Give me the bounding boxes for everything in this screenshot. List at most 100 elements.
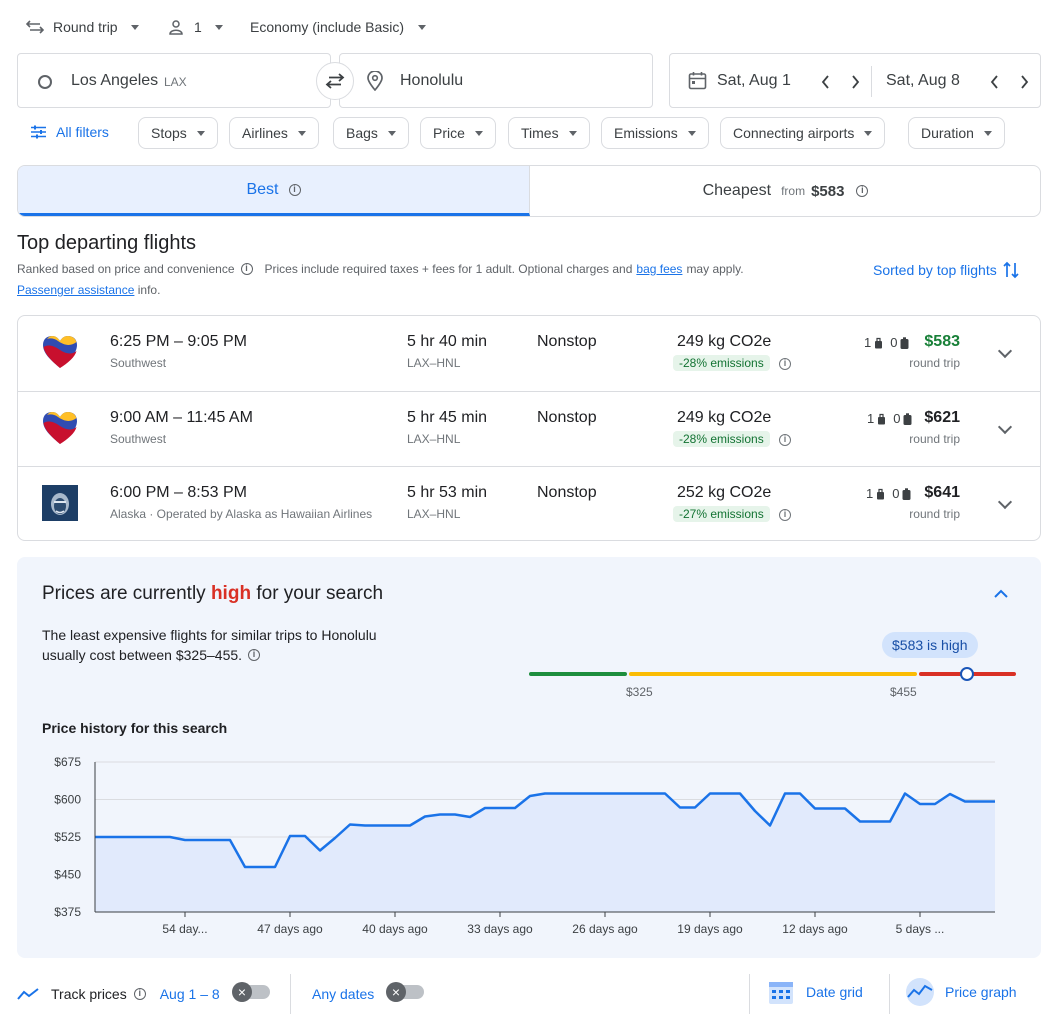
filter-times[interactable]: Times xyxy=(508,117,590,149)
cabin-selector[interactable]: Economy (include Basic) xyxy=(250,14,427,40)
prices-note: Prices include required taxes + fees for… xyxy=(264,262,633,276)
filter-airlines[interactable]: Airlines xyxy=(229,117,319,149)
chart-x-tick-label: 54 day... xyxy=(162,922,207,936)
price-note: round trip xyxy=(909,356,960,370)
range-low-label: $325 xyxy=(626,685,653,699)
chevron-right-icon[interactable] xyxy=(851,75,860,89)
flight-times: 9:00 AM – 11:45 AM xyxy=(110,409,253,426)
filter-price[interactable]: Price xyxy=(420,117,496,149)
bottom-divider xyxy=(290,974,291,1014)
swap-button[interactable] xyxy=(316,62,354,100)
tab-best[interactable]: Best i xyxy=(18,166,530,216)
chart-x-tick-label: 47 days ago xyxy=(257,922,323,936)
filter-duration[interactable]: Duration xyxy=(908,117,1005,149)
close-icon: × xyxy=(232,982,252,1002)
chart-x-tick-label: 40 days ago xyxy=(362,922,428,936)
info-icon[interactable]: i xyxy=(779,434,791,446)
flight-row[interactable]: 6:25 PM – 9:05 PM Southwest 5 hr 40 min … xyxy=(18,316,1040,391)
return-date[interactable]: Sat, Aug 8 xyxy=(886,72,960,90)
insight-title-pre: Prices are currently xyxy=(42,583,206,604)
checked-bag-count: 0 xyxy=(890,335,898,350)
results-subtitle: Ranked based on price and convenience i … xyxy=(17,262,744,276)
chevron-up-icon[interactable] xyxy=(994,589,1008,598)
location-pin-icon xyxy=(367,71,383,91)
chevron-down-icon[interactable] xyxy=(997,419,1013,435)
origin-circle-icon xyxy=(38,75,52,89)
info-icon[interactable]: i xyxy=(288,183,301,196)
chevron-left-icon[interactable] xyxy=(821,75,830,89)
flight-times: 6:25 PM – 9:05 PM xyxy=(110,333,247,350)
chevron-down-icon[interactable] xyxy=(997,494,1013,510)
info-icon[interactable]: i xyxy=(856,185,869,197)
flight-airline: Alaska · Operated by Alaska as Hawaiian … xyxy=(110,507,373,521)
info-icon[interactable]: i xyxy=(133,988,146,1000)
info-icon[interactable]: i xyxy=(779,509,791,521)
sort-button[interactable]: Sorted by top flights xyxy=(873,261,1019,279)
insight-title: Prices are currently high for your searc… xyxy=(42,583,383,605)
chart-y-tick-label: $375 xyxy=(54,905,81,919)
assistance-line: Passenger assistance info. xyxy=(17,283,160,297)
flight-price: $621 xyxy=(924,409,960,426)
info-icon[interactable]: i xyxy=(240,263,253,275)
chevron-right-icon[interactable] xyxy=(1020,75,1029,89)
filter-connecting-airports[interactable]: Connecting airports xyxy=(720,117,886,149)
insight-line-2: usually cost between $325–455. xyxy=(42,647,243,663)
bag-allowance: 1 0 xyxy=(867,411,912,426)
chevron-down-icon xyxy=(196,130,205,136)
tab-cheapest[interactable]: Cheapest from $583 i xyxy=(530,166,1040,216)
bag-fees-link[interactable]: bag fees xyxy=(636,262,682,276)
chevron-down-icon[interactable] xyxy=(997,343,1013,359)
chart-x-tick-label: 26 days ago xyxy=(572,922,638,936)
may-apply-text: may apply. xyxy=(686,262,744,276)
date-grid-label: Date grid xyxy=(806,984,863,1000)
flight-row[interactable]: 6:00 PM – 8:53 PM Alaska · Operated by A… xyxy=(18,466,1040,541)
passenger-selector[interactable]: 1 xyxy=(168,14,223,40)
any-dates-toggle[interactable]: × xyxy=(386,982,424,1002)
price-history-chart[interactable]: $675 $600 $525 $450 $375 54 day... 47 days ago… xyxy=(17,742,1041,942)
flight-row[interactable]: 9:00 AM – 11:45 AM Southwest 5 hr 45 min… xyxy=(18,391,1040,466)
price-graph-button[interactable]: Price graph xyxy=(905,977,1017,1007)
chart-x-tick-label: 19 days ago xyxy=(677,922,743,936)
info-icon[interactable]: i xyxy=(248,649,261,661)
chip-label: Emissions xyxy=(614,125,678,141)
trip-type-selector[interactable]: Round trip xyxy=(26,14,139,40)
chevron-down-icon xyxy=(418,24,427,30)
any-dates-label[interactable]: Any dates xyxy=(312,986,374,1002)
origin-field[interactable]: Los Angeles LAX xyxy=(17,53,331,108)
flight-stops: Nonstop xyxy=(537,484,597,501)
ranked-text: Ranked based on price and convenience xyxy=(17,262,235,276)
flight-duration: 5 hr 45 min xyxy=(407,409,488,426)
flight-co2: 249 kg CO2e xyxy=(677,333,772,350)
southwest-logo-icon xyxy=(43,412,77,444)
track-date-range[interactable]: Aug 1 – 8 xyxy=(160,986,220,1002)
tab-cheapest-price: $583 xyxy=(811,182,845,200)
range-typical-segment xyxy=(629,672,917,676)
filter-emissions[interactable]: Emissions xyxy=(601,117,709,149)
emissions-badge: -28% emissions xyxy=(673,431,770,447)
depart-date[interactable]: Sat, Aug 1 xyxy=(717,72,791,90)
chevron-down-icon xyxy=(568,130,577,136)
flight-duration: 5 hr 53 min xyxy=(407,484,488,501)
chevron-left-icon[interactable] xyxy=(990,75,999,89)
chevron-down-icon xyxy=(130,24,139,30)
price-note: round trip xyxy=(909,507,960,521)
checked-bag-icon xyxy=(903,412,912,425)
chip-label: Duration xyxy=(921,125,974,141)
carry-on-count: 1 xyxy=(866,486,874,501)
info-icon[interactable]: i xyxy=(779,358,791,370)
insight-title-post: for your search xyxy=(256,583,384,604)
passenger-assistance-link[interactable]: Passenger assistance xyxy=(17,283,134,297)
sort-tabs: Best i Cheapest from $583 i xyxy=(17,165,1041,217)
destination-field[interactable]: Honolulu xyxy=(339,53,653,108)
calendar-icon xyxy=(688,72,707,90)
date-range-field[interactable]: Sat, Aug 1 Sat, Aug 8 xyxy=(669,53,1041,108)
person-icon xyxy=(169,20,183,35)
date-grid-button[interactable]: Date grid xyxy=(768,979,863,1005)
filter-bags[interactable]: Bags xyxy=(333,117,409,149)
filter-stops[interactable]: Stops xyxy=(138,117,218,149)
flight-route: LAX–HNL xyxy=(407,507,461,521)
flight-co2: 249 kg CO2e xyxy=(677,409,772,426)
track-dates-toggle[interactable]: × xyxy=(232,982,270,1002)
price-note: round trip xyxy=(909,432,960,446)
all-filters-button[interactable]: All filters xyxy=(31,124,109,140)
